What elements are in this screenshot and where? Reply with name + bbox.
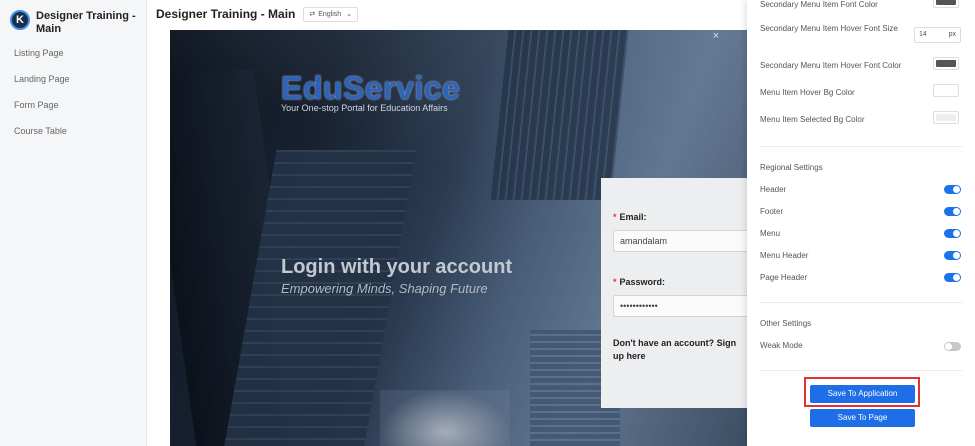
save-to-application-button[interactable]: Save To Application — [810, 385, 915, 403]
hover-font-size-value: 14 — [919, 31, 927, 38]
language-value: English — [318, 10, 342, 18]
password-field[interactable]: •••••••••••• — [613, 295, 747, 317]
footer-toggle[interactable] — [944, 207, 961, 216]
required-mark: * — [613, 212, 617, 222]
save-to-page-button[interactable]: Save To Page — [810, 409, 915, 427]
signup-link[interactable]: Don't have an account? Sign up here — [613, 337, 743, 363]
regional-menu-header-label: Menu Header — [760, 251, 809, 260]
sidebar-item-landing-page[interactable]: Landing Page — [0, 66, 146, 92]
hover-font-size-input[interactable]: 14 px — [914, 27, 961, 43]
password-label: * Password: — [613, 277, 747, 287]
selected-bg-color-label: Menu Item Selected Bg Color — [760, 115, 865, 124]
regional-page-header-label: Page Header — [760, 273, 808, 282]
email-field[interactable]: amandalam — [613, 230, 747, 252]
regional-menu-label: Menu — [760, 229, 781, 238]
sidebar-item-form-page[interactable]: Form Page — [0, 92, 146, 118]
weak-mode-toggle[interactable] — [944, 342, 961, 351]
settings-panel: Secondary Menu Item Font Color Secondary… — [747, 0, 975, 446]
hover-font-size-unit: px — [948, 31, 956, 38]
color-swatch — [936, 87, 956, 94]
close-icon[interactable]: × — [713, 30, 719, 42]
regional-header-label: Header — [760, 185, 787, 194]
translate-icon: ⇄ — [309, 11, 316, 18]
hover-bg-color-picker[interactable] — [933, 84, 959, 97]
divider — [760, 146, 962, 147]
language-select[interactable]: ⇄ English ⌄ — [303, 6, 359, 22]
menu-header-toggle[interactable] — [944, 251, 961, 260]
other-settings-title: Other Settings — [760, 319, 812, 328]
sidebar-nav: Listing Page Landing Page Form Page Cour… — [0, 40, 146, 144]
login-form-card: * Email: amandalam * Password: •••••••••••… — [601, 178, 747, 408]
sidebar-item-course-table[interactable]: Course Table — [0, 118, 146, 144]
email-label-text: Email: — [619, 212, 647, 222]
color-swatch — [936, 114, 956, 121]
app-logo-icon: K — [10, 10, 30, 30]
secondary-font-color-label: Secondary Menu Item Font Color — [760, 0, 878, 9]
sidebar-item-listing-page[interactable]: Listing Page — [0, 40, 146, 66]
regional-settings-title: Regional Settings — [760, 163, 823, 172]
header-toggle[interactable] — [944, 185, 961, 194]
selected-bg-color-picker[interactable] — [933, 111, 959, 124]
hero-logo-text: EduService — [281, 70, 461, 106]
hero-tagline: Your One-stop Portal for Education Affai… — [281, 103, 448, 113]
login-heading: Login with your account — [281, 256, 513, 278]
hover-font-size-label: Secondary Menu Item Hover Font Size — [760, 24, 898, 33]
weak-mode-label: Weak Mode — [760, 341, 803, 350]
divider — [760, 370, 962, 371]
hover-font-color-label: Secondary Menu Item Hover Font Color — [760, 61, 902, 70]
hover-font-color-picker[interactable] — [933, 57, 959, 70]
chevron-down-icon: ⌄ — [346, 11, 353, 18]
divider — [760, 302, 962, 303]
menu-toggle[interactable] — [944, 229, 961, 238]
hover-bg-color-label: Menu Item Hover Bg Color — [760, 88, 855, 97]
color-swatch — [936, 60, 956, 67]
sidebar: K Designer Training - Main Listing Page … — [0, 0, 147, 446]
login-subheading: Empowering Minds, Shaping Future — [281, 281, 488, 296]
secondary-font-color-picker[interactable] — [933, 0, 959, 8]
required-mark: * — [613, 277, 617, 287]
password-label-text: Password: — [619, 277, 666, 287]
app-title: Designer Training - Main — [36, 10, 136, 35]
page-preview-canvas: × EduService Your One-stop Portal for Ed… — [170, 30, 747, 446]
top-header: Designer Training - Main ⇄ English ⌄ — [147, 0, 747, 28]
page-header-toggle[interactable] — [944, 273, 961, 282]
regional-footer-label: Footer — [760, 207, 784, 216]
color-swatch — [936, 0, 956, 5]
page-title: Designer Training - Main — [156, 7, 296, 21]
email-label: * Email: — [613, 212, 747, 222]
brand: K Designer Training - Main — [0, 0, 146, 40]
